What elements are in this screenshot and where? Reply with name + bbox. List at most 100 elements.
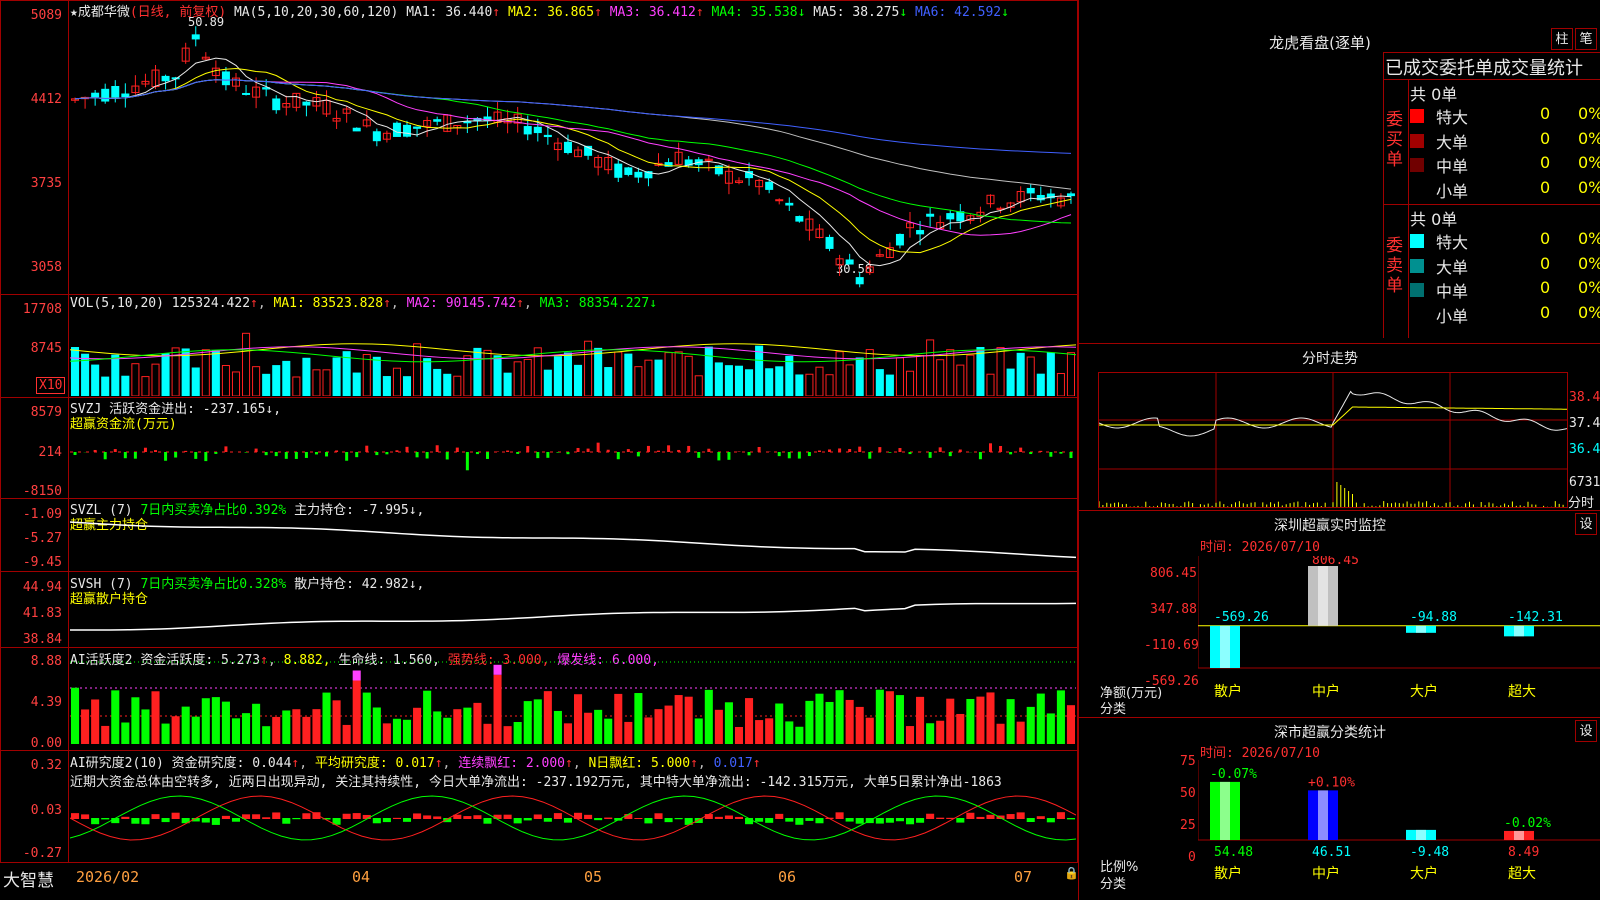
volume-chart[interactable] [70,312,1076,396]
research-bar [1066,818,1075,820]
volume-bar [654,359,663,396]
class-chart[interactable]: 54.48 -0.07% 散户 46.51 +0.10% 中户 -9.48 大户 8.49 -0.… [1198,760,1600,900]
candle-body [121,93,130,98]
intraday-tick: 38.47 [1569,390,1600,405]
volume-bar [402,376,412,396]
order-pct: 0% [1578,278,1600,297]
activity-bar [845,699,854,744]
volume-bar [674,351,683,396]
monitor-settings-button[interactable]: 设 [1575,513,1597,535]
order-row: 小单 0 0% [1410,178,1600,202]
activity-bar [111,690,120,744]
monitor-time: 时间: 2026/07/10 [1200,540,1320,555]
research-bar [392,817,401,819]
activity-bar [926,723,935,744]
research-bar [352,813,361,819]
research-bar [674,818,683,820]
svzl-chart[interactable] [70,500,1076,570]
activity-bar [674,695,683,744]
research-bar [1016,812,1025,819]
lock-icon[interactable]: 🔒 [1064,866,1079,880]
activity-bar [835,690,844,744]
intraday-chart[interactable] [1099,373,1567,507]
volume-bar [372,356,381,396]
class-tick: 75 [1180,754,1196,769]
category-bar-shine [1220,625,1230,668]
research-bar [221,815,230,819]
monitor-cat-label: 分类 [1100,702,1127,717]
intraday-title: 分时走势 [1302,351,1358,367]
research-bar [634,817,643,819]
candle-body [392,122,401,137]
activity-bar [553,710,562,744]
ai2-chart[interactable] [70,788,1076,862]
category-value: 806.45 [1312,556,1359,568]
volume-bar [71,347,80,396]
activity-bar [1016,721,1025,744]
monitor-chart[interactable]: -569.26 散户 806.45 中户 -94.88 大户 -142.31 超大 [1198,556,1600,716]
price-tick: 3735 [30,176,62,191]
candle-body [634,171,643,178]
ma-line-5 [74,79,1072,190]
volume-bar [443,373,452,396]
category-change: +0.10% [1308,775,1355,790]
candle-body [946,213,955,220]
volume-bar [141,376,150,396]
order-row: 中单 0 0% [1410,278,1600,302]
ai2-cont-red: 连续飘红: 2.000 [458,756,565,771]
research-bar [121,816,130,819]
volume-bar [1016,352,1025,396]
order-pct: 0% [1578,253,1600,273]
research-bar [956,818,965,823]
class-settings-button[interactable]: 设 [1575,720,1597,742]
volume-bar [745,369,754,396]
price-chart[interactable] [70,18,1076,292]
category-value: 54.48 [1214,845,1253,860]
activity-bar [262,726,271,744]
volume-bar [584,340,593,396]
activity-bar [785,721,794,744]
activity-bar [714,709,723,744]
volume-bar [996,347,1005,396]
monitor-tick: 347.88 [1150,602,1197,617]
volume-bar [252,366,261,396]
bar-mode-button[interactable]: 柱 [1551,28,1573,50]
activity-bar [191,716,200,744]
candle-body [191,34,200,40]
activity-bar [644,717,653,744]
lhb-tab-title[interactable]: 已成交委托单成交量统计 [1385,54,1600,80]
research-bar [805,818,814,821]
volume-bar [272,365,281,396]
activity-bar [694,718,703,744]
volume-bar [1006,368,1015,396]
activity-bar [322,692,331,744]
x-tick-marks [70,863,1076,871]
ai1-chart[interactable] [70,660,1076,748]
volume-bar [986,373,995,396]
activity-bar [986,692,995,744]
activity-bar [704,689,713,744]
research-bar [644,818,653,824]
activity-bar [252,703,261,744]
research-bar [916,818,925,823]
research-bar [282,818,291,824]
research-bar [1036,816,1045,819]
ma-line-4 [74,79,1072,224]
activity-bar [71,687,80,744]
ai1-tick: 8.88 [30,654,62,669]
volume-bar [483,349,492,396]
research-bar [171,812,180,819]
category-label: 大户 [1410,865,1438,882]
order-pct: 0% [1578,104,1600,123]
pen-mode-button[interactable]: 笔 [1575,28,1597,50]
vol-header: VOL(5,10,20) 125324.422↑, MA1: 83523.828… [70,296,658,311]
volume-bar [785,355,794,396]
svsh-chart[interactable] [70,574,1076,646]
candle-body [785,202,794,206]
order-count: 0 [1540,177,1551,197]
volume-bar [714,362,723,396]
activity-bar [402,719,412,744]
svzj-chart[interactable] [70,430,1076,496]
app-logo: 大智慧 [3,871,54,891]
activity-bar [885,691,894,744]
